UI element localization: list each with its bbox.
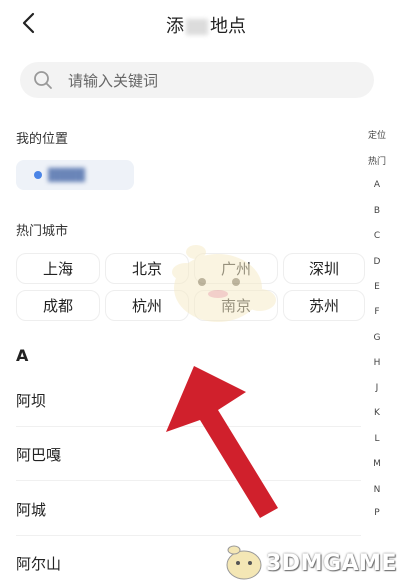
current-location-obscured: ████	[48, 168, 85, 182]
3dmgame-mascot-icon	[226, 545, 262, 580]
list-item[interactable]: 阿城	[16, 499, 46, 520]
city-chip[interactable]: 苏州	[283, 290, 365, 321]
city-chip[interactable]: 成都	[16, 290, 100, 321]
list-item[interactable]: 阿坝	[16, 390, 46, 411]
hot-cities-label: 热门城市	[16, 224, 69, 239]
index-item[interactable]: M	[367, 459, 387, 469]
index-item[interactable]: 热门	[367, 154, 387, 167]
index-item[interactable]: C	[367, 231, 387, 241]
index-item[interactable]: K	[367, 408, 387, 418]
watermark-text: 3DMGAME	[266, 551, 397, 576]
section-header-a: A	[16, 346, 29, 365]
index-item[interactable]: 定位	[367, 128, 387, 141]
mascot-watermark-icon	[172, 245, 276, 322]
index-item[interactable]: F	[367, 307, 387, 317]
index-item[interactable]: H	[367, 358, 387, 368]
list-item[interactable]: 阿尔山	[16, 553, 61, 574]
page-title-left: 添	[166, 16, 184, 37]
index-item[interactable]: J	[367, 383, 387, 393]
page-title: 添 地点	[0, 12, 412, 38]
index-item[interactable]: G	[367, 333, 387, 343]
index-item[interactable]: P	[367, 508, 387, 518]
page-title-right: 地点	[210, 16, 246, 37]
location-dot-icon	[34, 171, 42, 179]
list-item[interactable]: 阿巴嘎	[16, 444, 61, 465]
index-item[interactable]: L	[367, 434, 387, 444]
annotation-arrow-icon	[166, 366, 278, 518]
city-chip[interactable]: 上海	[16, 253, 100, 284]
index-item[interactable]: D	[367, 257, 387, 267]
index-item[interactable]: B	[367, 206, 387, 216]
index-item[interactable]: N	[367, 485, 387, 495]
title-obscured-text	[186, 19, 208, 35]
my-location-label: 我的位置	[16, 132, 69, 147]
search-placeholder: 请输入关键词	[68, 72, 159, 90]
city-chip[interactable]: 深圳	[283, 253, 365, 284]
search-icon	[34, 71, 52, 89]
index-item[interactable]: A	[367, 180, 387, 190]
index-item[interactable]: E	[367, 282, 387, 292]
row-divider	[16, 535, 361, 536]
